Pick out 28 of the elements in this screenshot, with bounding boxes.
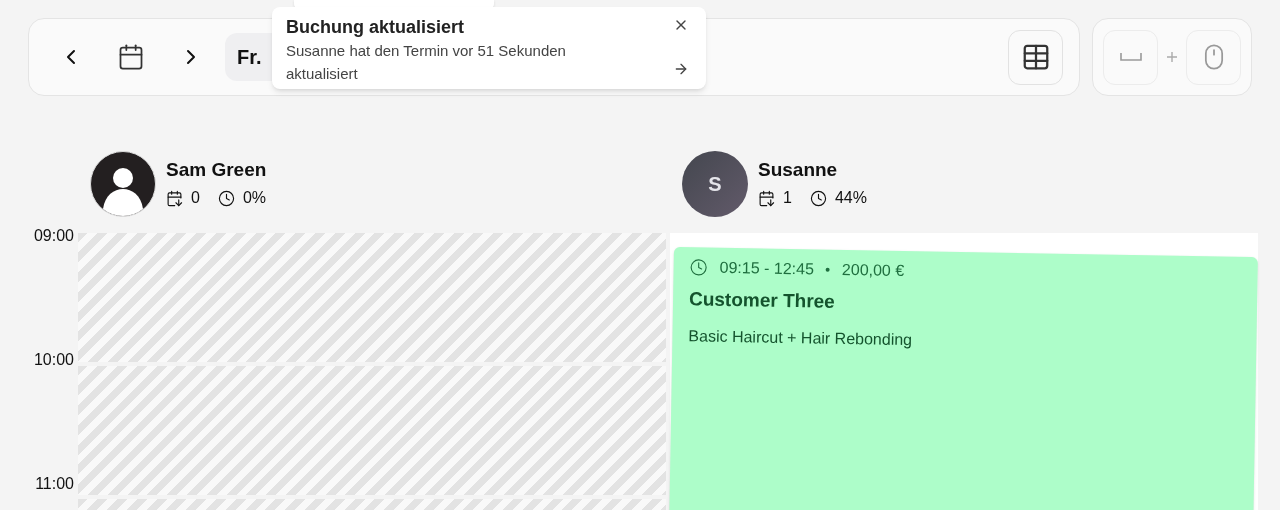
arrow-right-button[interactable] <box>673 61 689 77</box>
time-label: 09:00 <box>33 227 74 244</box>
appointment-card[interactable]: 09:15 - 12:45 200,00 € Customer Three Basic Haircut + Hair Rebonding <box>668 247 1258 510</box>
appointment-time: 09:15 - 12:45 <box>719 257 815 280</box>
utilization: 0% <box>242 188 267 208</box>
clock-icon <box>689 258 708 277</box>
utilization: 44% <box>834 188 867 208</box>
booking-count: 1 <box>783 188 792 208</box>
table-view-button[interactable] <box>1008 29 1063 85</box>
staff-name: Susanne <box>758 158 839 182</box>
calendar-icon <box>117 43 145 71</box>
booking-count: 0 <box>191 188 200 208</box>
appointment-price: 200,00 € <box>841 259 905 281</box>
toast-message: Susanne hat den Termin vor 51 Sekunden aktualisiert <box>286 41 567 84</box>
time-label: 11:00 <box>35 475 74 492</box>
toast-title: Buchung aktualisiert <box>286 16 465 39</box>
time-label: 10:00 <box>33 351 74 368</box>
service-list: Basic Haircut + Hair Rebonding <box>688 323 1241 358</box>
booking-icon <box>166 189 183 207</box>
clock-icon <box>809 189 827 207</box>
customer-name: Customer Three <box>688 287 836 314</box>
staff-name: Sam Green <box>166 158 267 182</box>
space-key-icon <box>1119 52 1142 62</box>
clock-icon <box>217 189 235 207</box>
avatar-icon <box>90 151 156 217</box>
plus-icon <box>1166 51 1178 63</box>
booking-icon <box>758 189 775 207</box>
avatar: S <box>682 151 748 217</box>
